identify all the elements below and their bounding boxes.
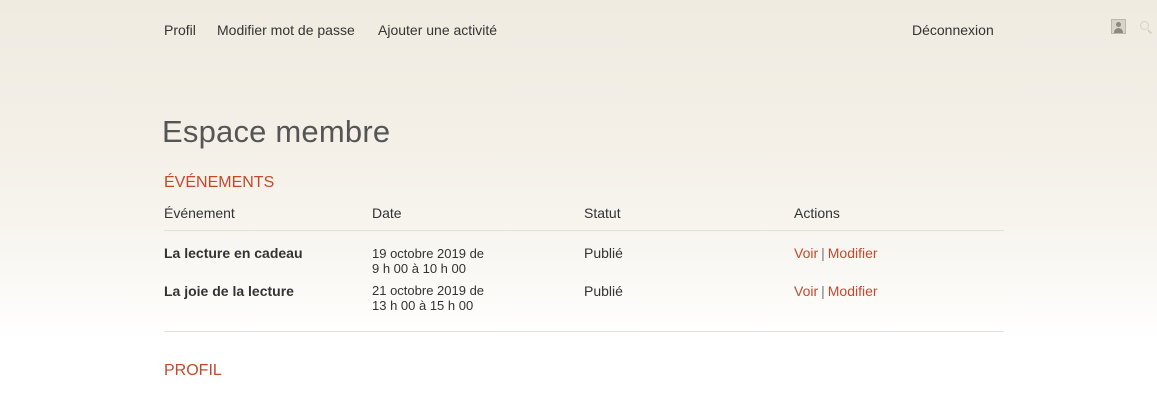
events-section-heading: Événements — [164, 174, 275, 191]
event-name: La lecture en cadeau — [164, 245, 303, 261]
column-header-date: Date — [372, 205, 402, 221]
table-bottom-divider — [164, 331, 1004, 332]
view-event-link[interactable]: Voir — [794, 245, 818, 261]
view-event-link[interactable]: Voir — [794, 283, 818, 299]
event-status: Publié — [584, 283, 623, 299]
page-title: Espace membre — [162, 114, 391, 149]
action-separator: | — [821, 283, 825, 299]
nav-add-activity-link[interactable]: Ajouter une activité — [378, 22, 497, 38]
edit-event-link[interactable]: Modifier — [828, 245, 878, 261]
column-header-actions: Actions — [794, 205, 840, 221]
avatar-head — [1116, 22, 1121, 27]
event-date-line1: 21 octobre 2019 de — [372, 283, 485, 298]
nav-logout-link[interactable]: Déconnexion — [912, 22, 994, 38]
event-name: La joie de la lecture — [164, 283, 294, 299]
event-actions: Voir | Modifier — [794, 245, 878, 262]
event-status: Publié — [584, 245, 623, 261]
event-date: 19 octobre 2019 de 9 h 00 à 10 h 00 — [372, 246, 532, 276]
top-navigation: Profil Modifier mot de passe Ajouter une… — [0, 8, 1157, 52]
event-date-line2: 13 h 00 à 15 h 00 — [372, 298, 474, 313]
column-header-status: Statut — [584, 205, 621, 221]
event-date: 21 octobre 2019 de 13 h 00 à 15 h 00 — [372, 283, 532, 313]
search-icon[interactable] — [1140, 21, 1149, 30]
user-avatar-icon[interactable] — [1111, 19, 1126, 34]
avatar-shoulders — [1114, 28, 1123, 33]
event-actions: Voir | Modifier — [794, 283, 878, 300]
action-separator: | — [821, 245, 825, 261]
table-header-divider — [164, 230, 1004, 231]
column-header-event: Événement — [164, 205, 235, 221]
event-date-line1: 19 octobre 2019 de — [372, 246, 485, 261]
nav-change-password-link[interactable]: Modifier mot de passe — [217, 22, 355, 38]
profile-section-heading: Profil — [164, 362, 222, 379]
event-date-line2: 9 h 00 à 10 h 00 — [372, 261, 466, 276]
nav-profil-link[interactable]: Profil — [164, 22, 196, 38]
edit-event-link[interactable]: Modifier — [828, 283, 878, 299]
